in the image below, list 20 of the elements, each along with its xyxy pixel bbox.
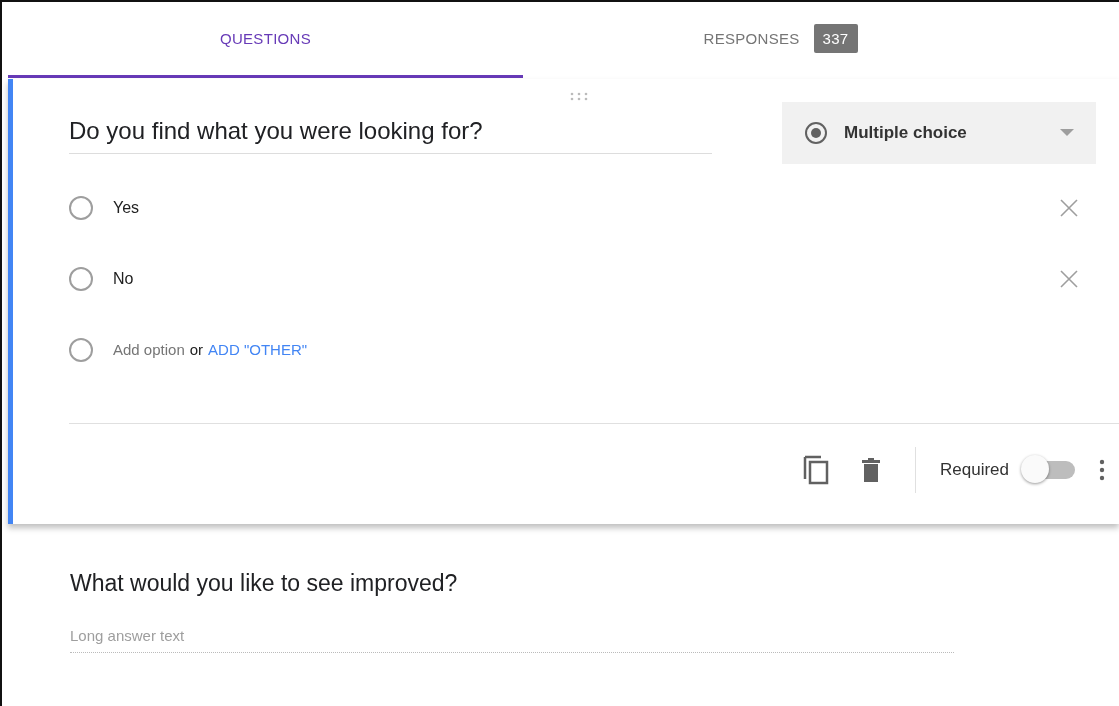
drag-handle-icon[interactable]	[568, 91, 590, 101]
radio-button-icon	[804, 121, 828, 145]
required-toggle[interactable]	[1021, 455, 1077, 485]
or-label: or	[189, 341, 204, 358]
add-other-link[interactable]: ADD "OTHER"	[208, 341, 308, 358]
option-label[interactable]: No	[113, 269, 134, 288]
close-icon[interactable]	[1059, 268, 1079, 289]
add-option-field[interactable]: Add option	[113, 341, 185, 358]
option-label[interactable]: Yes	[113, 198, 140, 217]
radio-button[interactable]	[69, 195, 93, 220]
question-type-dropdown[interactable]: Multiple choice	[782, 102, 1096, 164]
close-icon[interactable]	[1059, 197, 1079, 218]
response-count-badge: 337	[813, 24, 858, 53]
more-options-icon[interactable]	[1099, 459, 1105, 481]
question-title: What would you like to see improved?	[70, 570, 459, 597]
required-label: Required	[940, 460, 1009, 480]
long-answer-field[interactable]: Long answer text	[70, 627, 954, 653]
radio-button[interactable]	[69, 266, 93, 291]
dropdown-caret-icon	[1060, 129, 1074, 137]
question-title-field[interactable]: Do you find what you were looking for?	[69, 102, 712, 154]
